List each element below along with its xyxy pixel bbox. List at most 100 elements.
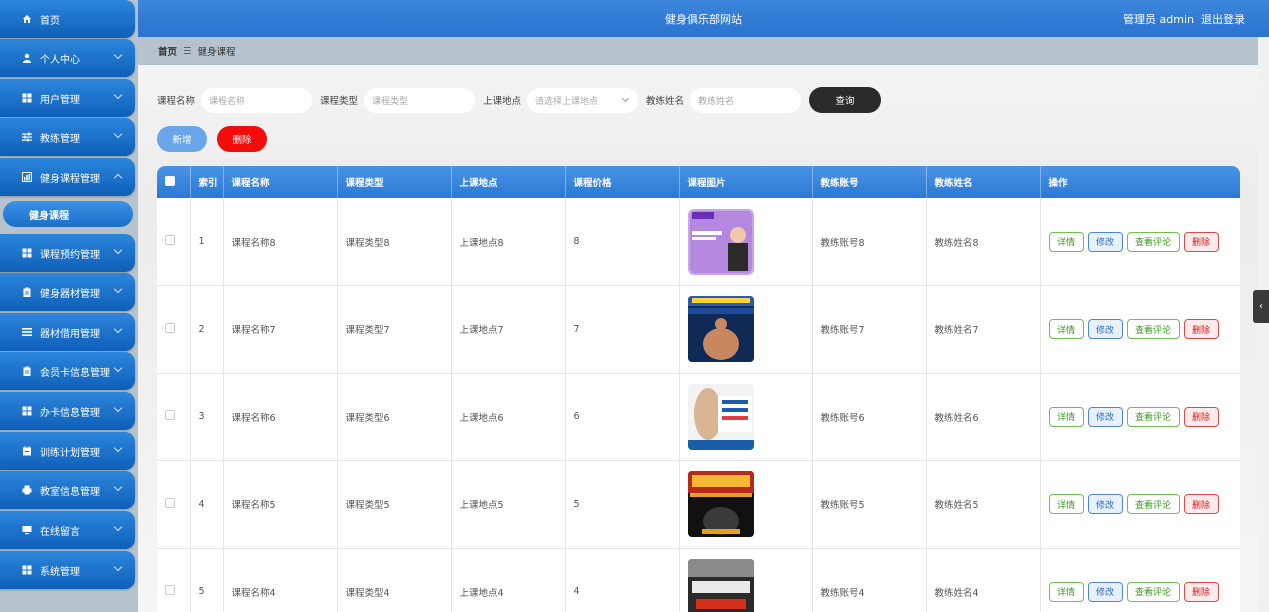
cell-name: 课程名称5 [223,460,338,549]
sidebar-item-2[interactable]: 个人中心 [0,39,135,77]
search-form: 课程名称 课程名称 课程类型 课程类型 上课地点 请选择上课地点 教练姓名 教练姓名 查询 [157,87,882,113]
edit-button[interactable]: 修改 [1087,494,1123,515]
table-row[interactable]: 1 课程名称8 课程类型8 上课地点8 8 教练账号8 教练姓名8 详情 修改 查看评论 删除 [157,198,1240,286]
chevron-down-icon [113,245,123,255]
cell-place: 上课地点8 [451,198,566,286]
collapse-toggle-icon[interactable]: ‹ [1253,290,1269,323]
sidebar-item-label: 在线留言 [40,526,80,538]
course-thumbnail[interactable] [687,471,812,538]
search-input[interactable]: 教练姓名 [690,87,802,113]
input-placeholder: 教练姓名 [698,96,735,107]
row-checkbox[interactable] [165,322,175,333]
sidebar-item-10[interactable]: 办卡信息管理 [0,392,135,430]
sidebar-item-1[interactable]: 首页 [0,0,135,38]
sliders-icon [22,132,32,142]
cell-image [679,285,813,374]
sidebar-item-14[interactable]: 系统管理 [0,551,135,589]
clipboard-icon [22,366,32,376]
course-table: 索引 课程名称 课程类型 上课地点 课程价格 课程图片 教练账号 教练姓名 操作 1 课程名称8 课… [157,166,1240,612]
location-select[interactable]: 请选择上课地点 [527,87,639,113]
edit-button[interactable]: 修改 [1087,406,1123,427]
sidebar-item-label: 办卡信息管理 [40,407,100,419]
detail-button[interactable]: 详情 [1048,231,1084,252]
site-title: 健身俱乐部网站 [665,13,742,26]
column-header: 课程类型 [337,166,452,198]
sidebar-item-13[interactable]: 在线留言 [0,511,135,549]
sidebar: 首页个人中心用户管理教练管理健身课程管理课程预约管理健身器材管理器材借用管理 会员… [0,0,138,612]
view-comments-button[interactable]: 查看评论 [1126,406,1180,427]
sidebar-item-11[interactable]: 训练计划管理 [0,432,135,470]
list-icon [22,327,32,337]
breadcrumb-home[interactable]: 首页 [158,44,177,58]
sidebar-item-label: 健身器材管理 [40,288,100,300]
cell-image [679,198,813,286]
search-input[interactable]: 课程名称 [201,87,313,113]
select-all-checkbox[interactable] [165,175,175,186]
column-header: 教练姓名 [926,166,1041,198]
view-comments-button[interactable]: 查看评论 [1126,494,1180,515]
cell-type: 课程类型8 [337,198,452,286]
view-comments-button[interactable]: 查看评论 [1126,231,1180,252]
row-select-cell [157,460,191,549]
view-comments-button[interactable]: 查看评论 [1126,581,1180,602]
search-button[interactable]: 查询 [809,87,882,113]
sidebar-item-7[interactable]: 健身器材管理 [0,273,135,311]
column-header: 课程图片 [679,166,813,198]
cell-coach-name: 教练姓名8 [926,198,1041,286]
delete-button[interactable]: 删除 [217,126,267,152]
scrollbar[interactable] [1258,37,1269,612]
row-delete-button[interactable]: 删除 [1183,319,1219,340]
grid-icon [22,93,32,103]
sidebar-item-3[interactable]: 用户管理 [0,79,135,117]
cell-place: 上课地点7 [451,285,566,374]
sidebar-item-label: 教练管理 [40,133,80,145]
detail-button[interactable]: 详情 [1048,581,1084,602]
add-button[interactable]: 新增 [157,126,207,152]
table-row[interactable]: 5 课程名称4 课程类型4 上课地点4 4 教练账号4 教练姓名4 详情 修改 查看评论 删除 [157,548,1240,612]
detail-button[interactable]: 详情 [1048,319,1084,340]
course-thumbnail[interactable] [687,208,812,275]
edit-button[interactable]: 修改 [1087,319,1123,340]
table-row[interactable]: 2 课程名称7 课程类型7 上课地点7 7 教练账号7 教练姓名7 详情 修改 查看评论 删除 [157,285,1240,374]
row-delete-button[interactable]: 删除 [1183,581,1219,602]
detail-button[interactable]: 详情 [1048,406,1084,427]
table-row[interactable]: 4 课程名称5 课程类型5 上课地点5 5 教练账号5 教练姓名5 详情 修改 查看评论 删除 [157,460,1240,549]
cell-coach-name: 教练姓名7 [926,285,1041,374]
edit-button[interactable]: 修改 [1087,581,1123,602]
row-delete-button[interactable]: 删除 [1183,406,1219,427]
row-delete-button[interactable]: 删除 [1183,494,1219,515]
breadcrumb-current: 健身课程 [197,47,236,58]
sidebar-item-9[interactable]: 会员卡信息管理 [0,352,135,390]
sidebar-item-12[interactable]: 教室信息管理 [0,471,135,509]
course-thumbnail[interactable] [687,383,812,450]
sidebar-item-4[interactable]: 教练管理 [0,118,135,156]
sidebar-item-label: 健身课程管理 [40,173,100,185]
row-delete-button[interactable]: 删除 [1183,231,1219,252]
row-checkbox[interactable] [165,410,175,421]
cell-ops: 详情 修改 查看评论 删除 [1040,285,1240,374]
table-row[interactable]: 3 课程名称6 课程类型6 上课地点6 6 教练账号6 教练姓名6 详情 修改 查看评论 删除 [157,373,1240,461]
sidebar-item-5[interactable]: 健身课程管理 [0,158,135,196]
row-checkbox[interactable] [165,235,175,245]
course-thumbnail[interactable] [687,558,812,612]
sidebar-item-6[interactable]: 课程预约管理 [0,234,135,272]
logout-link[interactable]: 退出登录 [1201,11,1245,27]
row-checkbox[interactable] [165,497,175,508]
view-comments-button[interactable]: 查看评论 [1126,319,1180,340]
cell-coach-account: 教练账号4 [812,548,927,612]
course-thumbnail[interactable] [687,296,812,363]
detail-button[interactable]: 详情 [1048,494,1084,515]
search-input[interactable]: 课程类型 [364,87,476,113]
chevron-down-icon [113,522,123,532]
row-checkbox[interactable] [165,585,175,596]
sidebar-item-8[interactable]: 器材借用管理 [0,313,135,351]
search-label: 课程名称 [157,96,196,107]
sidebar-subitem-course[interactable]: 健身课程 [3,201,133,227]
cell-type: 课程类型4 [337,548,452,612]
chevron-down-icon [113,284,123,294]
column-header: 操作 [1040,166,1240,198]
sidebar-item-label: 个人中心 [40,54,80,66]
edit-button[interactable]: 修改 [1087,231,1123,252]
input-placeholder: 课程名称 [209,96,246,107]
cell-place: 上课地点5 [451,460,566,549]
